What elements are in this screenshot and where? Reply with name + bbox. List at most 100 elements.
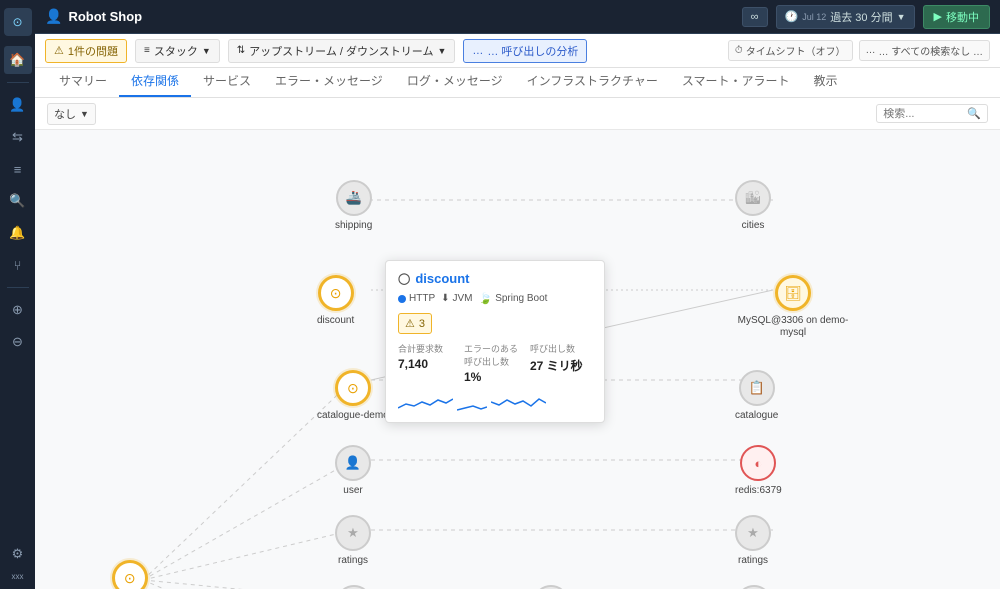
- http-dot: [398, 295, 406, 303]
- node-label-shipping: shipping: [335, 220, 372, 232]
- tab-log-messages[interactable]: ログ・メッセージ: [395, 66, 515, 97]
- sidebar-divider-1: [7, 82, 29, 83]
- stack-chevron: ▼: [202, 46, 211, 56]
- upstream-icon: ⇅: [237, 45, 245, 56]
- node-ratings-left[interactable]: ★ ratings: [335, 515, 371, 567]
- popup-tag-jvm: ⬇ JVM: [441, 293, 472, 304]
- sidebar-icon-bell[interactable]: 🔔: [4, 219, 32, 247]
- migrate-btn[interactable]: ▶ 移動中: [923, 5, 990, 29]
- header: 👤 Robot Shop ∞ 🕐 Jul 12 過去 30 分間 ▼ ▶ 移動中: [35, 0, 1000, 34]
- node-catalogue-right[interactable]: 📋 catalogue: [735, 370, 778, 422]
- node-label-mysql: MySQL@3306 on demo-mysql: [733, 315, 853, 339]
- time-shift-label: タイムシフト（オフ）: [746, 43, 846, 58]
- analysis-dots: …: [472, 45, 483, 57]
- filter-btn[interactable]: なし ▼: [47, 103, 96, 125]
- popup-alert-icon: ⚠: [405, 317, 415, 330]
- sidebar: ⊙ 🏠 👤 ⇆ ≡ 🔍 🔔 ⑂ ⊕ ⊖ ⚙ xxx: [0, 0, 35, 589]
- node-circle-mysql: 🗄: [775, 275, 811, 311]
- node-dispatch[interactable]: 📦 dispatch: [735, 585, 772, 589]
- node-cities[interactable]: 🏙 cities: [735, 180, 771, 232]
- analysis-btn[interactable]: … … 呼び出しの分析: [463, 39, 587, 63]
- node-nginx-web[interactable]: ⊙ nginx-web: [107, 560, 153, 589]
- time-shift-btn[interactable]: ⏱ タイムシフト（オフ）: [728, 40, 853, 61]
- node-payment[interactable]: 💳 payment: [335, 585, 373, 589]
- node-circle-ratings-right: ★: [735, 515, 771, 551]
- search-icon: 🔍: [967, 107, 981, 120]
- node-circle-user: 👤: [335, 445, 371, 481]
- sidebar-icon-magnify[interactable]: ⊕: [4, 296, 32, 324]
- sidebar-logo[interactable]: ⊙: [4, 8, 32, 36]
- popup-col-total: 合計要求数 7,140: [398, 342, 460, 384]
- sidebar-icon-gear[interactable]: ⚙: [4, 540, 32, 568]
- tab-service[interactable]: サービス: [191, 66, 263, 97]
- node-discount[interactable]: ⊙ discount: [317, 275, 354, 327]
- popup-header-total: 合計要求数: [398, 342, 460, 355]
- upstream-btn[interactable]: ⇅ アップストリーム / ダウンストリーム ▼: [228, 39, 456, 63]
- node-circle-dispatch: 📦: [736, 585, 772, 589]
- sidebar-icon-search[interactable]: 🔍: [4, 187, 32, 215]
- infinity-icon: ∞: [751, 11, 759, 23]
- popup-val-calls: 27 ミリ秒: [530, 357, 592, 374]
- chevron-down-icon: ▼: [897, 12, 906, 22]
- tab-infrastructure[interactable]: インフラストラクチャー: [515, 66, 670, 97]
- popup-title-text: discount: [415, 271, 469, 286]
- stack-btn[interactable]: ≡ スタック ▼: [135, 39, 220, 63]
- all-services-btn[interactable]: … … すべての検索なし …: [859, 40, 990, 61]
- play-icon: ▶: [934, 10, 942, 23]
- node-circle-cities: 🏙: [735, 180, 771, 216]
- popup-header-error: エラーのある呼び出し数: [464, 342, 526, 368]
- sidebar-icon-share[interactable]: ⇆: [4, 123, 32, 151]
- node-label-catalogue-demo: catalogue-demo: [317, 410, 389, 422]
- tab-summary[interactable]: サマリー: [47, 66, 119, 97]
- node-circle-shipping: 🚢: [336, 180, 372, 216]
- sidebar-icon-branch[interactable]: ⑂: [4, 251, 32, 279]
- popup-tags: HTTP ⬇ JVM 🍃 Spring Boot: [398, 292, 592, 305]
- node-circle-ratings-left: ★: [335, 515, 371, 551]
- sidebar-icon-zoom-out[interactable]: ⊖: [4, 328, 32, 356]
- nav-tabs: サマリー 依存関係 サービス エラー・メッセージ ログ・メッセージ インフラスト…: [35, 68, 1000, 98]
- tab-dependencies[interactable]: 依存関係: [119, 66, 191, 97]
- popup-stats-area: 合計要求数 7,140 エラーのある呼び出し数 1% 呼び出し数 27 ミリ秒: [398, 342, 592, 384]
- node-label-discount: discount: [317, 315, 354, 327]
- time-range-btn[interactable]: 🕐 Jul 12 過去 30 分間 ▼: [776, 5, 915, 29]
- filter-chevron: ▼: [80, 109, 89, 119]
- sidebar-icon-layers[interactable]: ≡: [4, 155, 32, 183]
- sidebar-icon-users[interactable]: 👤: [4, 91, 32, 119]
- node-catalogue-demo[interactable]: ⊙ catalogue-demo: [317, 370, 389, 422]
- tab-error-messages[interactable]: エラー・メッセージ: [263, 66, 395, 97]
- sparkline-total: [398, 390, 453, 412]
- node-circle-robot-shop: 🤖: [533, 585, 569, 589]
- node-ratings-right[interactable]: ★ ratings: [735, 515, 771, 567]
- popup-title: ◯ discount: [398, 271, 592, 286]
- migrate-label: 移動中: [946, 9, 979, 25]
- node-robot-shop[interactable]: 🤖 robot-shop: [527, 585, 575, 589]
- node-shipping[interactable]: 🚢 shipping: [335, 180, 372, 232]
- analysis-label: … 呼び出しの分析: [487, 43, 578, 59]
- infinity-btn[interactable]: ∞: [742, 7, 768, 27]
- header-right: ∞ 🕐 Jul 12 過去 30 分間 ▼ ▶ 移動中: [742, 5, 990, 29]
- alert-label: 1件の問題: [68, 43, 118, 59]
- app-title: Robot Shop: [68, 9, 142, 24]
- upstream-chevron: ▼: [437, 46, 446, 56]
- all-services-dots: …: [866, 45, 876, 56]
- popup-val-error: 1%: [464, 370, 526, 384]
- search-input[interactable]: [883, 108, 963, 120]
- sidebar-icon-home[interactable]: 🏠: [4, 46, 32, 74]
- popup-col-error: エラーのある呼び出し数 1%: [464, 342, 526, 384]
- alert-btn[interactable]: ⚠ 1件の問題: [45, 39, 127, 63]
- node-redis[interactable]: ◐ redis:6379: [735, 445, 782, 497]
- sub-toolbar: なし ▼ 🔍: [35, 98, 1000, 130]
- toolbar-right: ⏱ タイムシフト（オフ） … … すべての検索なし …: [728, 40, 990, 61]
- node-user[interactable]: 👤 user: [335, 445, 371, 497]
- popup-tag-http: HTTP: [398, 293, 435, 304]
- clock-icon: 🕐: [785, 10, 799, 23]
- node-mysql[interactable]: 🗄 MySQL@3306 on demo-mysql: [733, 275, 853, 339]
- node-circle-redis: ◐: [740, 445, 776, 481]
- tab-smart-alerts[interactable]: スマート・アラート: [670, 66, 802, 97]
- tab-teach[interactable]: 教示: [802, 66, 850, 97]
- node-circle-payment: 💳: [336, 585, 372, 589]
- sidebar-version: xxx: [4, 572, 32, 581]
- stack-label: スタック: [154, 43, 198, 59]
- popup-val-total: 7,140: [398, 357, 460, 371]
- sidebar-bottom: ⚙ xxx: [4, 538, 32, 589]
